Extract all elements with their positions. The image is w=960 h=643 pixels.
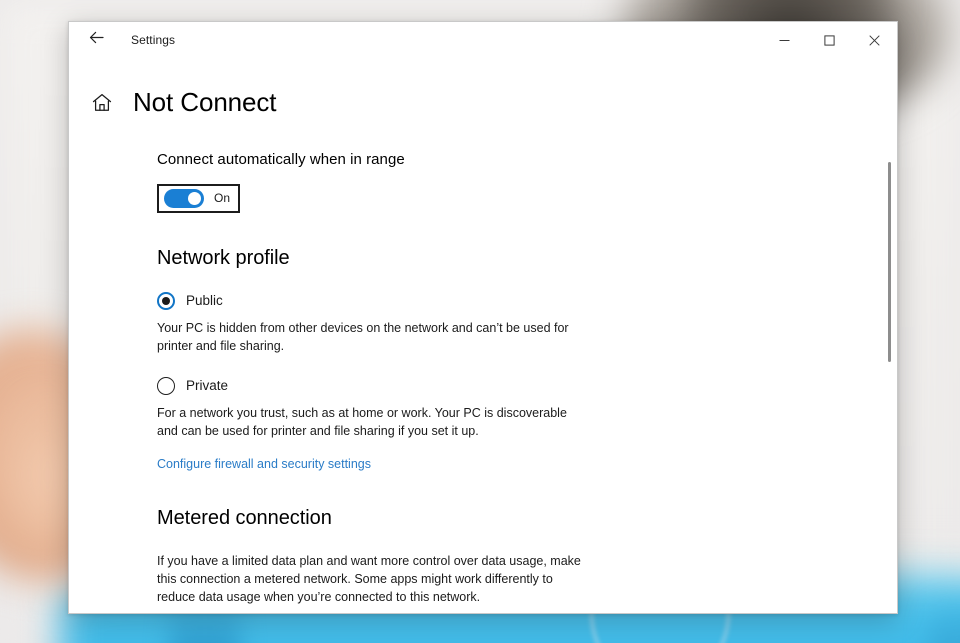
settings-sections: Connect automatically when in range On N…	[89, 150, 857, 613]
background-shirt-fold-right	[930, 596, 960, 643]
public-description: Your PC is hidden from other devices on …	[157, 320, 569, 353]
minimize-icon	[779, 39, 790, 41]
home-icon[interactable]	[89, 93, 115, 112]
radio-private-icon[interactable]	[157, 376, 175, 395]
toggle-knob	[188, 191, 201, 205]
close-icon	[869, 34, 880, 46]
configure-firewall-link[interactable]: Configure firewall and security settings	[157, 457, 371, 471]
connect-automatically-toggle[interactable]	[164, 188, 204, 208]
radio-public-label: Public	[186, 293, 223, 309]
scrollbar-thumb[interactable]	[888, 162, 891, 362]
minimize-button[interactable]	[762, 22, 807, 58]
radio-option-public[interactable]: Public	[157, 291, 857, 310]
private-description: For a network you trust, such as at home…	[157, 405, 567, 438]
page-title: Not Connect	[133, 87, 277, 117]
settings-scroll-region: Not Connect Connect automatically when i…	[69, 58, 897, 613]
network-profile-heading: Network profile	[157, 246, 290, 269]
metered-connection-description: If you have a limited data plan and want…	[157, 554, 581, 605]
maximize-button[interactable]	[807, 22, 852, 58]
window-title: Settings	[131, 33, 176, 47]
back-arrow-icon	[89, 31, 104, 49]
title-bar[interactable]: Settings	[69, 22, 897, 58]
metered-connection-heading: Metered connection	[157, 507, 332, 530]
back-button[interactable]	[75, 24, 117, 56]
settings-window: Settings Not Connect Connect automatical…	[68, 21, 898, 614]
content-area: Not Connect Connect automatically when i…	[69, 58, 897, 613]
radio-public-icon[interactable]	[157, 291, 175, 310]
toggle-state-label: On	[214, 191, 231, 206]
window-controls	[762, 22, 897, 58]
connect-automatically-label: Connect automatically when in range	[157, 150, 405, 168]
vertical-scrollbar[interactable]	[881, 58, 897, 613]
close-button[interactable]	[852, 22, 897, 58]
connect-automatically-toggle-row[interactable]: On	[157, 183, 241, 213]
maximize-icon	[824, 34, 835, 46]
radio-private-label: Private	[186, 378, 229, 394]
radio-option-private[interactable]: Private	[157, 376, 857, 395]
page-header: Not Connect	[89, 88, 857, 117]
